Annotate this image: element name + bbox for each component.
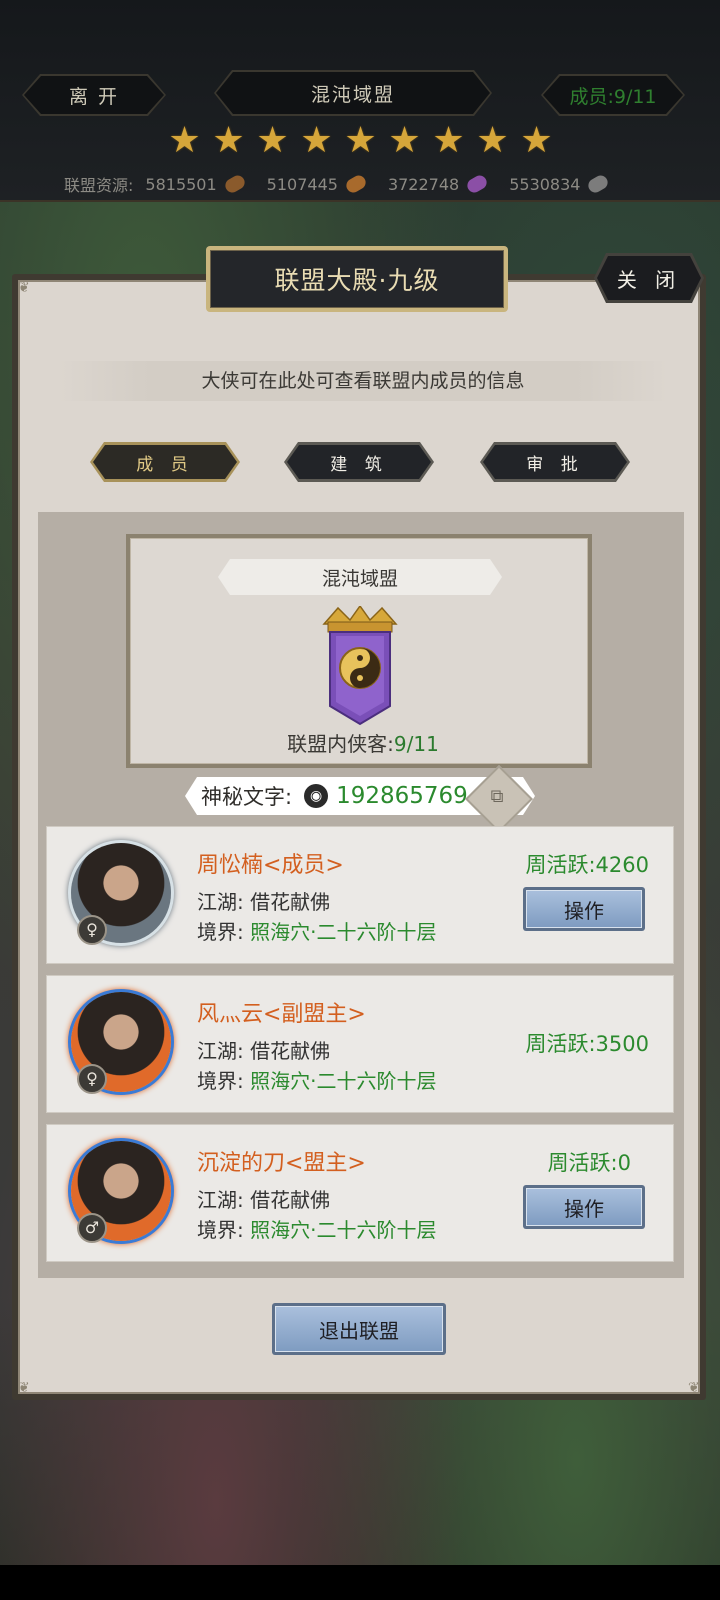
alliance-resources: 联盟资源: 5815501 5107445 3722748 5530834 <box>64 172 630 196</box>
star-icon: ★ <box>520 120 553 161</box>
female-icon: ♀ <box>77 915 107 945</box>
alliance-name-plate: 混沌域盟 <box>214 70 492 116</box>
tab-buildings-label[interactable]: 建 筑 <box>287 445 431 479</box>
resource-item: 5815501 <box>145 172 247 196</box>
quit-alliance-button[interactable]: 退出联盟 <box>272 1303 446 1355</box>
leave-button-label[interactable]: 离 开 <box>24 76 164 114</box>
resource-value: 5815501 <box>145 174 217 194</box>
jianghu-label: 江湖: <box>197 1188 244 1212</box>
alliance-stars: ★ ★ ★ ★ ★ ★ ★ ★ ★ <box>168 120 553 161</box>
leave-button[interactable]: 离 开 <box>22 74 166 116</box>
operate-button-label[interactable]: 操作 <box>526 1188 642 1226</box>
corner-ornament-icon: ❦ <box>688 1380 700 1396</box>
members-count-prefix: 联盟内侠客: <box>287 732 394 756</box>
close-button[interactable]: 关 闭 <box>594 253 704 303</box>
tab-members-label[interactable]: 成 员 <box>93 445 237 479</box>
star-icon: ★ <box>476 120 509 161</box>
operate-button[interactable]: 操作 <box>523 1185 645 1229</box>
star-icon: ★ <box>212 120 245 161</box>
male-icon: ♂ <box>77 1213 107 1243</box>
member-row: ♀ 周忪楠<成员> 江湖: 借花献佛 境界: 照海穴·二十六阶十层 周活跃:42… <box>46 826 674 964</box>
dialog-title: 联盟大殿·九级 <box>210 250 504 308</box>
star-icon: ★ <box>256 120 289 161</box>
tab-buildings[interactable]: 建 筑 <box>284 442 434 482</box>
member-name: 风灬云<副盟主> <box>197 1002 366 1027</box>
member-jianghu: 江湖: 借花献佛 <box>197 886 330 915</box>
member-row: ♂ 沉淀的刀<盟主> 江湖: 借花献佛 境界: 照海穴·二十六阶十层 周活跃:0… <box>46 1124 674 1262</box>
star-icon: ★ <box>300 120 333 161</box>
member-jianghu: 江湖: 借花献佛 <box>197 1035 330 1064</box>
wood-log-icon <box>222 172 247 196</box>
alliance-member-count: 联盟内侠客:9/11 <box>126 728 600 757</box>
alliance-name: 混沌域盟 <box>216 72 490 114</box>
jianghu-value: 借花献佛 <box>250 1039 331 1063</box>
star-icon: ★ <box>388 120 421 161</box>
corner-ornament-icon: ❦ <box>18 1380 30 1396</box>
members-count-value: 9/11 <box>393 732 439 756</box>
star-icon: ★ <box>344 120 377 161</box>
system-nav-bar <box>0 1565 720 1600</box>
dialog-description: 大侠可在此处可查看联盟内成员的信息 <box>58 361 668 401</box>
iron-ingot-icon <box>586 172 611 196</box>
realm-label: 境界: <box>197 1069 244 1093</box>
quit-alliance-label[interactable]: 退出联盟 <box>275 1306 443 1352</box>
resource-value: 5530834 <box>509 174 581 194</box>
weekly-activity: 周活跃:4260 <box>525 853 649 877</box>
resource-item: 5530834 <box>509 172 611 196</box>
member-row: ♀ 风灬云<副盟主> 江湖: 借花献佛 境界: 照海穴·二十六阶十层 周活跃:3… <box>46 975 674 1113</box>
operate-button[interactable]: 操作 <box>523 887 645 931</box>
member-name: 沉淀的刀<盟主> <box>197 1151 366 1176</box>
realm-value: 照海穴·二十六阶十层 <box>250 920 437 944</box>
yin-yang-banner-icon <box>322 606 398 726</box>
leaf-scroll-icon <box>343 172 369 196</box>
realm-label: 境界: <box>197 920 244 944</box>
realm-label: 境界: <box>197 1218 244 1242</box>
member-name: 周忪楠<成员> <box>197 853 344 878</box>
close-button-label[interactable]: 关 闭 <box>597 256 701 300</box>
realm-value: 照海穴·二十六阶十层 <box>250 1069 437 1093</box>
jianghu-label: 江湖: <box>197 890 244 914</box>
resources-label: 联盟资源: <box>64 176 134 195</box>
tab-approval-label[interactable]: 审 批 <box>483 445 627 479</box>
member-realm: 境界: 照海穴·二十六阶十层 <box>197 916 436 945</box>
dialog-title-plate: 联盟大殿·九级 <box>206 246 508 312</box>
jianghu-value: 借花献佛 <box>250 1188 331 1212</box>
purple-crystal-icon <box>465 172 490 196</box>
corner-ornament-icon: ❦ <box>18 280 30 296</box>
star-icon: ★ <box>168 120 201 161</box>
tab-members[interactable]: 成 员 <box>90 442 240 482</box>
qq-penguin-icon: ◉ <box>304 784 328 808</box>
star-icon: ★ <box>432 120 465 161</box>
members-badge: 成员:9/11 <box>541 74 685 116</box>
alliance-header: 离 开 混沌域盟 成员:9/11 ★ ★ ★ ★ ★ ★ ★ ★ ★ 联盟资源: 5815501… <box>0 0 720 202</box>
members-count-label: 成员:9/11 <box>543 76 683 114</box>
weekly-activity: 周活跃:3500 <box>525 1032 649 1056</box>
member-realm: 境界: 照海穴·二十六阶十层 <box>197 1065 436 1094</box>
tab-approval[interactable]: 审 批 <box>480 442 630 482</box>
resource-value: 3722748 <box>387 174 460 194</box>
secret-text-number: 192865769 <box>336 783 468 809</box>
jianghu-value: 借花献佛 <box>250 890 331 914</box>
member-jianghu: 江湖: 借花献佛 <box>197 1184 330 1213</box>
female-icon: ♀ <box>77 1064 107 1094</box>
secret-text-label: 神秘文字: <box>201 785 293 809</box>
realm-value: 照海穴·二十六阶十层 <box>250 1218 437 1242</box>
emblem-alliance-name: 混沌域盟 <box>218 559 502 595</box>
copy-icon[interactable]: ⧉ <box>485 783 509 811</box>
member-realm: 境界: 照海穴·二十六阶十层 <box>197 1214 436 1243</box>
jianghu-label: 江湖: <box>197 1039 244 1063</box>
operate-button-label[interactable]: 操作 <box>526 890 642 928</box>
resource-value: 5107445 <box>266 174 338 194</box>
weekly-activity: 周活跃:0 <box>547 1151 631 1175</box>
resource-item: 3722748 <box>387 172 490 196</box>
resource-item: 5107445 <box>266 172 369 196</box>
